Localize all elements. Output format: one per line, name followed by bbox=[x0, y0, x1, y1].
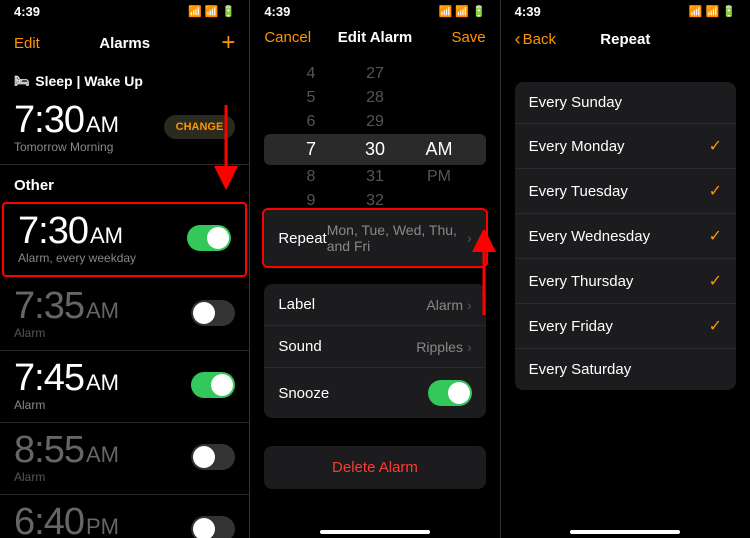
page-title: Repeat bbox=[575, 31, 676, 48]
day-row[interactable]: Every Thursday✓ bbox=[515, 259, 736, 304]
repeat-row[interactable]: Repeat Mon, Tue, Wed, Thu, and Fri› bbox=[264, 210, 485, 266]
sleep-header: 🛏 Sleep | Wake Up bbox=[0, 65, 249, 93]
status-bar: 4:39 📶 📶 🔋 bbox=[501, 0, 750, 21]
nav-bar: Edit Alarms + bbox=[0, 21, 249, 65]
chevron-left-icon: ‹ bbox=[515, 29, 521, 50]
status-time: 4:39 bbox=[515, 4, 541, 19]
chevron-right-icon: › bbox=[467, 339, 472, 355]
alarm-toggle[interactable] bbox=[191, 444, 235, 470]
save-button[interactable]: Save bbox=[426, 29, 486, 46]
home-indicator[interactable] bbox=[570, 530, 680, 534]
alarm-row[interactable]: 7:35AMAlarm bbox=[0, 279, 249, 351]
alarm-row[interactable]: 7:30AMAlarm, every weekday bbox=[2, 202, 247, 277]
snooze-toggle[interactable] bbox=[428, 380, 472, 406]
repeat-row-highlight: Repeat Mon, Tue, Wed, Thu, and Fri› bbox=[262, 208, 487, 268]
day-row[interactable]: Every Monday✓ bbox=[515, 124, 736, 169]
day-row[interactable]: Every Wednesday✓ bbox=[515, 214, 736, 259]
alarm-row[interactable]: 8:55AMAlarm bbox=[0, 423, 249, 495]
snooze-row: Snooze bbox=[264, 368, 485, 418]
alarm-toggle[interactable] bbox=[191, 372, 235, 398]
nav-bar: ‹Back Repeat bbox=[501, 21, 750, 58]
status-bar: 4:39 📶 📶 🔋 bbox=[250, 0, 499, 21]
edit-button[interactable]: Edit bbox=[14, 35, 74, 52]
annotation-arrow-1 bbox=[211, 100, 241, 190]
bed-icon: 🛏 bbox=[14, 74, 29, 88]
alarm-row[interactable]: 7:45AMAlarm bbox=[0, 351, 249, 423]
status-bar: 4:39 📶 📶 🔋 bbox=[0, 0, 249, 21]
day-list: Every SundayEvery Monday✓Every Tuesday✓E… bbox=[515, 82, 736, 390]
label-row[interactable]: Label Alarm› bbox=[264, 284, 485, 326]
status-indicators: 📶 📶 🔋 bbox=[188, 5, 235, 18]
alarm-toggle[interactable] bbox=[191, 300, 235, 326]
page-title: Alarms bbox=[74, 35, 175, 52]
repeat-screen: 4:39 📶 📶 🔋 ‹Back Repeat Every SundayEver… bbox=[501, 0, 750, 538]
sound-row[interactable]: Sound Ripples› bbox=[264, 326, 485, 368]
day-row[interactable]: Every Saturday bbox=[515, 349, 736, 390]
alarms-screen: 4:39 📶 📶 🔋 Edit Alarms + 🛏 Sleep | Wake … bbox=[0, 0, 250, 538]
status-time: 4:39 bbox=[264, 4, 290, 19]
status-indicators: 📶 📶 🔋 bbox=[438, 5, 485, 18]
check-icon: ✓ bbox=[709, 226, 722, 246]
nav-bar: Cancel Edit Alarm Save bbox=[250, 21, 499, 54]
add-alarm-button[interactable]: + bbox=[175, 29, 235, 57]
cancel-button[interactable]: Cancel bbox=[264, 29, 324, 46]
home-indicator[interactable] bbox=[320, 530, 430, 534]
settings-group: Label Alarm› Sound Ripples› Snooze bbox=[264, 284, 485, 418]
status-indicators: 📶 📶 🔋 bbox=[689, 5, 736, 18]
day-row[interactable]: Every Sunday bbox=[515, 82, 736, 124]
check-icon: ✓ bbox=[709, 181, 722, 201]
back-button[interactable]: ‹Back bbox=[515, 29, 575, 50]
edit-alarm-screen: 4:39 📶 📶 🔋 Cancel Edit Alarm Save 427528… bbox=[250, 0, 500, 538]
check-icon: ✓ bbox=[709, 136, 722, 156]
day-row[interactable]: Every Friday✓ bbox=[515, 304, 736, 349]
status-time: 4:39 bbox=[14, 4, 40, 19]
time-picker[interactable]: 427528629730AM831PM932 bbox=[250, 62, 499, 192]
alarm-row[interactable]: 6:40PMMilk, every day bbox=[0, 495, 249, 538]
alarm-list: 7:30AMAlarm, every weekday7:35AMAlarm7:4… bbox=[0, 200, 249, 538]
annotation-arrow-2 bbox=[472, 230, 496, 320]
alarm-toggle[interactable] bbox=[187, 225, 231, 251]
check-icon: ✓ bbox=[709, 316, 722, 336]
day-row[interactable]: Every Tuesday✓ bbox=[515, 169, 736, 214]
check-icon: ✓ bbox=[709, 271, 722, 291]
delete-alarm-button[interactable]: Delete Alarm bbox=[264, 446, 485, 489]
page-title: Edit Alarm bbox=[324, 29, 425, 46]
alarm-toggle[interactable] bbox=[191, 516, 235, 538]
